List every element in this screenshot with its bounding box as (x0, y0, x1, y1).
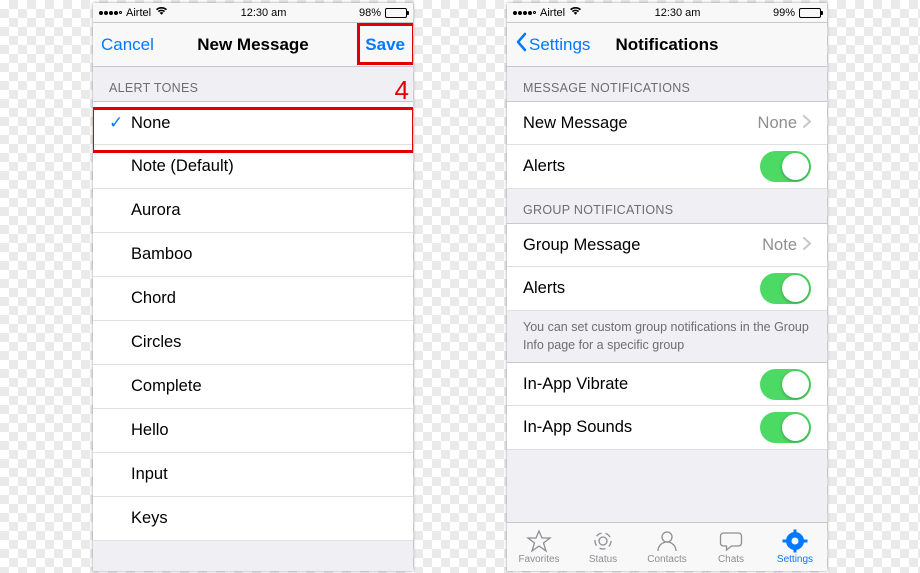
tab-bar: Favorites Status Contacts Chats Settings (507, 522, 827, 571)
alerts-toggle[interactable] (760, 273, 811, 304)
tab-label: Chats (718, 554, 744, 565)
inapp-sounds-row: In-App Sounds (507, 406, 827, 450)
tab-contacts[interactable]: Contacts (635, 523, 699, 571)
message-alerts-row: Alerts (507, 145, 827, 189)
clock-label: 12:30 am (655, 7, 701, 19)
tone-row-none[interactable]: ✓ None (93, 101, 413, 145)
row-label: New Message (523, 114, 628, 133)
tone-label: Hello (131, 421, 169, 440)
tab-label: Contacts (647, 554, 686, 565)
cancel-button[interactable]: Cancel (101, 35, 154, 55)
signal-dots-icon (513, 11, 536, 15)
tone-row[interactable]: Complete (93, 365, 413, 409)
tone-label: Complete (131, 377, 202, 396)
section-header-group: GROUP NOTIFICATIONS (507, 189, 827, 223)
content: ALERT TONES ✓ None Note (Default) Aurora… (93, 67, 413, 571)
section-header-message: MESSAGE NOTIFICATIONS (507, 67, 827, 101)
tone-row[interactable]: Aurora (93, 189, 413, 233)
vibrate-toggle[interactable] (760, 369, 811, 400)
tone-row[interactable]: Chord (93, 277, 413, 321)
tone-label: Chord (131, 289, 176, 308)
tone-label: Circles (131, 333, 181, 352)
tab-label: Status (589, 554, 617, 565)
row-value: None (758, 114, 797, 133)
tab-status[interactable]: Status (571, 523, 635, 571)
tab-favorites[interactable]: Favorites (507, 523, 571, 571)
signal-dots-icon (99, 11, 122, 15)
group-alerts-row: Alerts (507, 267, 827, 311)
phone-right: Airtel 12:30 am 99% Settings Notificatio… (507, 3, 827, 571)
battery-pct-label: 99% (773, 7, 795, 19)
star-icon (526, 529, 552, 553)
tone-row[interactable]: Hello (93, 409, 413, 453)
row-label: In-App Sounds (523, 418, 632, 437)
nav-bar: Settings Notifications (507, 23, 827, 67)
tone-label: Input (131, 465, 168, 484)
chevron-right-icon (803, 114, 811, 133)
group-message-row[interactable]: Group Message Note (507, 223, 827, 267)
row-value: Note (762, 236, 797, 255)
gear-icon (782, 529, 808, 553)
chevron-right-icon (803, 236, 811, 255)
alerts-toggle[interactable] (760, 151, 811, 182)
status-bar: Airtel 12:30 am 99% (507, 3, 827, 23)
back-button[interactable]: Settings (515, 32, 590, 57)
tab-settings[interactable]: Settings (763, 523, 827, 571)
tone-label: Bamboo (131, 245, 192, 264)
group-footer-note: You can set custom group notifications i… (507, 311, 827, 362)
tone-row[interactable]: Input (93, 453, 413, 497)
tone-row[interactable]: Bamboo (93, 233, 413, 277)
battery-icon (799, 8, 821, 18)
battery-icon (385, 8, 407, 18)
chevron-left-icon (515, 32, 527, 57)
tone-label: Note (Default) (131, 157, 234, 176)
back-label: Settings (529, 35, 590, 55)
tone-row[interactable]: Keys (93, 497, 413, 541)
row-label: Group Message (523, 236, 640, 255)
carrier-label: Airtel (540, 7, 565, 19)
wifi-icon (155, 6, 168, 19)
wifi-icon (569, 6, 582, 19)
clock-label: 12:30 am (241, 7, 287, 19)
save-button[interactable]: Save (365, 35, 405, 55)
tab-label: Settings (777, 554, 813, 565)
chats-icon (718, 529, 744, 553)
row-label: Alerts (523, 157, 565, 176)
annotation-step-number: 4 (395, 75, 409, 106)
tab-chats[interactable]: Chats (699, 523, 763, 571)
tone-label: Aurora (131, 201, 181, 220)
row-label: Alerts (523, 279, 565, 298)
section-header-alert-tones: ALERT TONES (93, 67, 413, 101)
tab-label: Favorites (518, 554, 559, 565)
new-message-row[interactable]: New Message None (507, 101, 827, 145)
status-icon (590, 529, 616, 553)
nav-bar: Cancel New Message Save (93, 23, 413, 67)
contacts-icon (654, 529, 680, 553)
battery-pct-label: 98% (359, 7, 381, 19)
tone-label: None (131, 114, 170, 133)
row-label: In-App Vibrate (523, 375, 628, 394)
carrier-label: Airtel (126, 7, 151, 19)
inapp-vibrate-row: In-App Vibrate (507, 362, 827, 406)
checkmark-icon: ✓ (109, 113, 131, 133)
tone-row[interactable]: Circles (93, 321, 413, 365)
tone-row[interactable]: Note (Default) (93, 145, 413, 189)
status-bar: Airtel 12:30 am 98% (93, 3, 413, 23)
phone-left: Airtel 12:30 am 98% Cancel New Message S… (93, 3, 413, 571)
tone-label: Keys (131, 509, 168, 528)
sounds-toggle[interactable] (760, 412, 811, 443)
content: MESSAGE NOTIFICATIONS New Message None A… (507, 67, 827, 571)
